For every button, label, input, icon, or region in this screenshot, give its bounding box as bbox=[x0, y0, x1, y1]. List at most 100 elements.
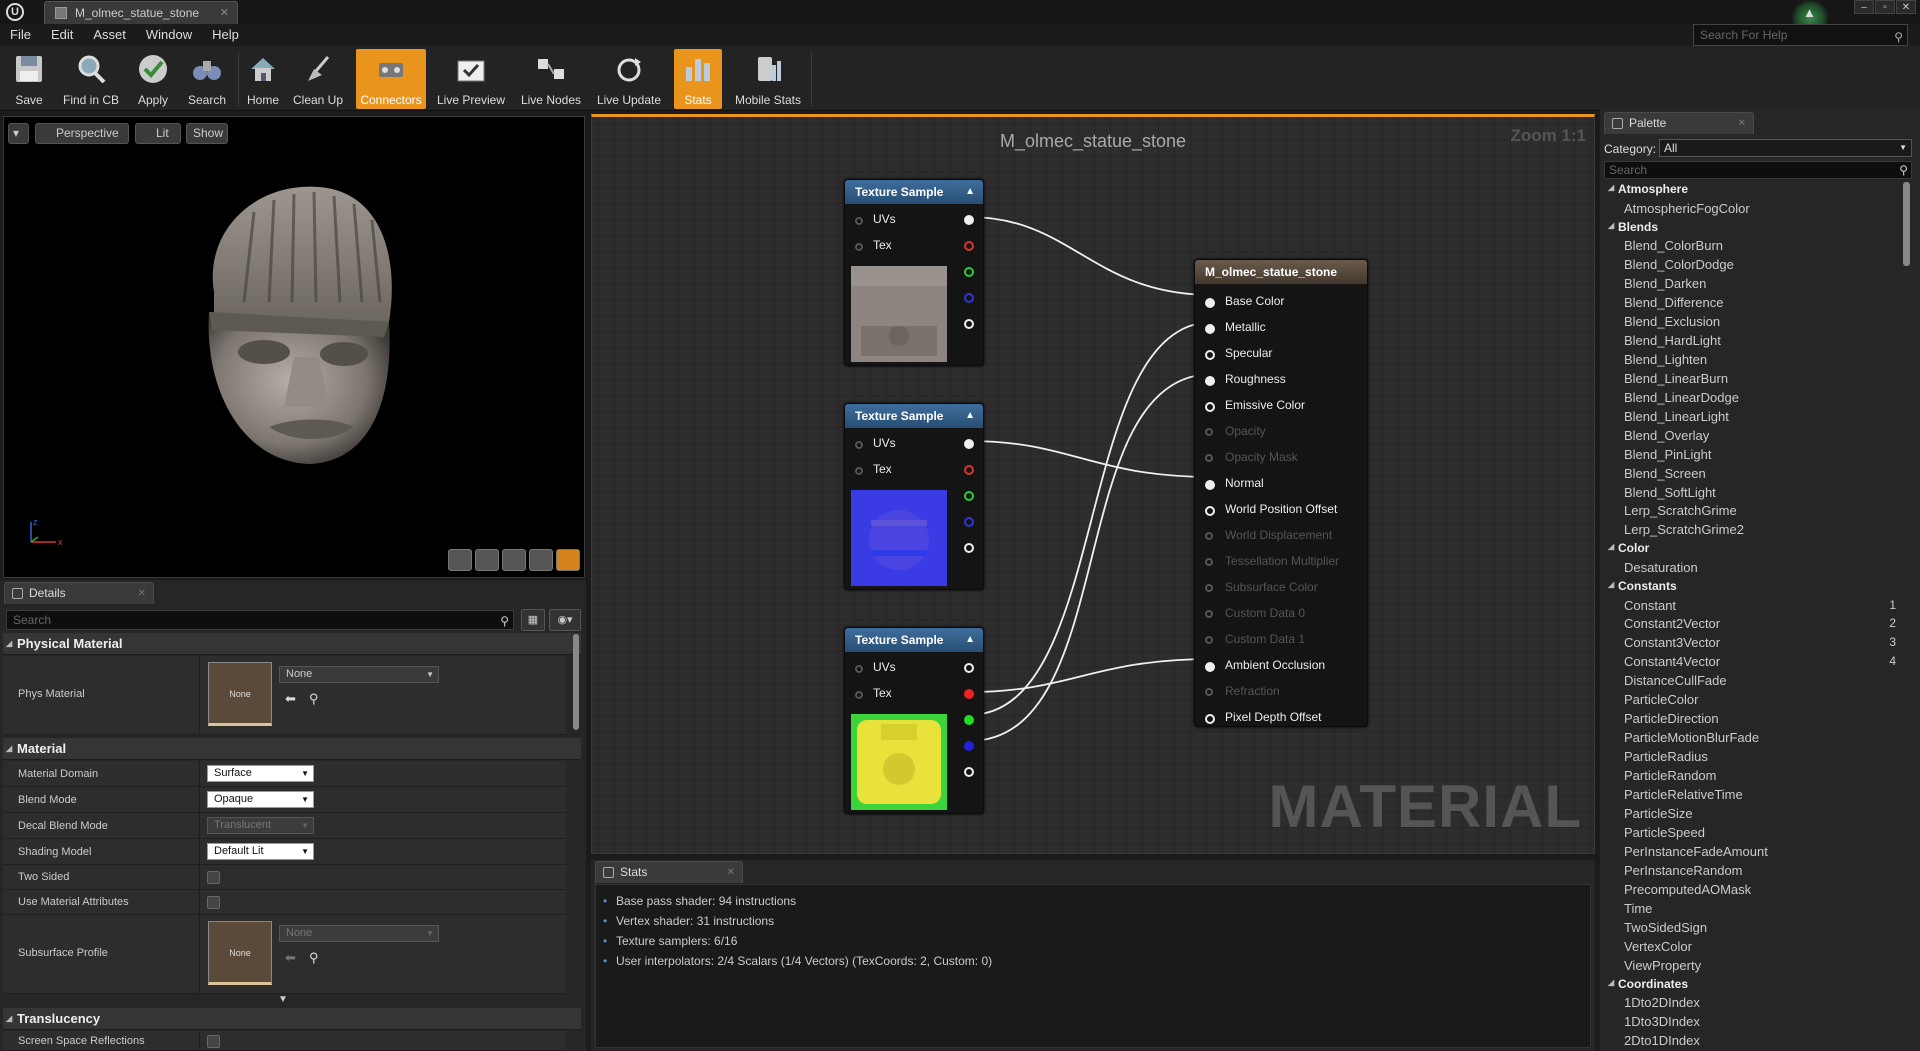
palette-item[interactable]: PerInstanceFadeAmount bbox=[1624, 844, 1768, 859]
rgb-output-pin[interactable] bbox=[964, 439, 974, 449]
palette-item[interactable]: Lerp_ScratchGrime2 bbox=[1624, 522, 1744, 537]
material-result-node[interactable]: M_olmec_statue_stone Base Color Metallic S… bbox=[1194, 259, 1368, 727]
tex-input-pin[interactable] bbox=[855, 467, 863, 475]
palette-item[interactable]: Constant4Vector bbox=[1624, 654, 1720, 669]
metallic-input-pin[interactable] bbox=[1205, 324, 1215, 334]
palette-tab[interactable]: Palette ✕ bbox=[1604, 112, 1754, 134]
palette-item[interactable]: ViewProperty bbox=[1624, 958, 1701, 973]
palette-item[interactable]: Constant3Vector bbox=[1624, 635, 1720, 650]
base-color-input-pin[interactable] bbox=[1205, 298, 1215, 308]
close-tab-icon[interactable]: ✕ bbox=[138, 583, 146, 604]
live-preview-button[interactable]: Live Preview bbox=[432, 49, 510, 109]
stats-tab[interactable]: Stats ✕ bbox=[595, 861, 743, 883]
material-graph[interactable]: M_olmec_statue_stone Zoom 1:1 MATERIAL T… bbox=[591, 114, 1595, 854]
palette-item[interactable]: Blend_Exclusion bbox=[1624, 314, 1720, 329]
palette-item[interactable]: Blend_Lighten bbox=[1624, 352, 1707, 367]
palette-scrollbar[interactable] bbox=[1903, 182, 1910, 266]
subsurface-profile-thumbnail[interactable]: None bbox=[208, 921, 272, 985]
palette-item[interactable]: Blend_ColorDodge bbox=[1624, 257, 1734, 272]
texture-sample-node-1[interactable]: Texture Sample ▲ UVs Tex bbox=[844, 179, 984, 366]
mobile-stats-button[interactable]: Mobile Stats bbox=[728, 49, 808, 109]
home-button[interactable]: Home bbox=[240, 49, 286, 109]
palette-item[interactable]: Constant bbox=[1624, 598, 1676, 613]
ambient-occlusion-input-pin[interactable] bbox=[1205, 662, 1215, 672]
menu-help[interactable]: Help bbox=[202, 24, 249, 46]
stats-button[interactable]: Stats bbox=[674, 49, 722, 109]
palette-item[interactable]: 1Dto2DIndex bbox=[1624, 995, 1700, 1010]
two-sided-checkbox[interactable] bbox=[207, 871, 220, 884]
collapse-icon[interactable]: ▲ bbox=[965, 628, 975, 652]
a-output-pin[interactable] bbox=[964, 319, 974, 329]
search-button[interactable]: Search bbox=[182, 49, 232, 109]
roughness-input-pin[interactable] bbox=[1205, 376, 1215, 386]
plane-mesh-icon[interactable] bbox=[502, 549, 526, 571]
close-tab-icon[interactable]: ✕ bbox=[1738, 113, 1746, 134]
world-position-offset-input-pin[interactable] bbox=[1205, 506, 1215, 516]
palette-group-color[interactable]: Color bbox=[1608, 541, 1649, 555]
palette-item[interactable]: VertexColor bbox=[1624, 939, 1692, 954]
palette-item[interactable]: Blend_HardLight bbox=[1624, 333, 1721, 348]
r-output-pin[interactable] bbox=[964, 465, 974, 475]
palette-item[interactable]: Time bbox=[1624, 901, 1652, 916]
palette-group-atmosphere[interactable]: Atmosphere bbox=[1608, 182, 1688, 196]
viewport-options-button[interactable]: ▾ bbox=[8, 123, 29, 144]
minimize-button[interactable]: – bbox=[1854, 0, 1874, 14]
palette-item[interactable]: Blend_Darken bbox=[1624, 276, 1706, 291]
palette-item[interactable]: ParticleColor bbox=[1624, 692, 1698, 707]
category-physical-material[interactable]: Physical Material bbox=[3, 633, 581, 655]
palette-item[interactable]: Desaturation bbox=[1624, 560, 1698, 575]
palette-item[interactable]: Blend_Difference bbox=[1624, 295, 1724, 310]
menu-edit[interactable]: Edit bbox=[41, 24, 83, 46]
g-output-pin[interactable] bbox=[964, 267, 974, 277]
b-output-pin[interactable] bbox=[964, 741, 974, 751]
palette-item[interactable]: Blend_LinearDodge bbox=[1624, 390, 1739, 405]
custom-mesh-icon[interactable] bbox=[556, 549, 580, 571]
preview-viewport[interactable]: ▾ Perspective Lit Show x z bbox=[3, 116, 585, 578]
b-output-pin[interactable] bbox=[964, 517, 974, 527]
palette-item[interactable]: 2Dto1DIndex bbox=[1624, 1033, 1700, 1048]
palette-item[interactable]: Lerp_ScratchGrime bbox=[1624, 503, 1737, 518]
palette-item[interactable]: ParticleMotionBlurFade bbox=[1624, 730, 1759, 745]
palette-item[interactable]: 1Dto3DIndex bbox=[1624, 1014, 1700, 1029]
palette-item[interactable]: ParticleRadius bbox=[1624, 749, 1708, 764]
palette-item[interactable]: TwoSidedSign bbox=[1624, 920, 1707, 935]
cube-mesh-icon[interactable] bbox=[529, 549, 553, 571]
details-search-input[interactable]: Search ⚲ bbox=[6, 610, 514, 630]
close-tab-icon[interactable]: ✕ bbox=[220, 2, 229, 24]
uvs-input-pin[interactable] bbox=[855, 217, 863, 225]
material-domain-dropdown[interactable]: Surface bbox=[207, 765, 314, 782]
category-dropdown[interactable]: All bbox=[1659, 139, 1912, 157]
palette-item[interactable]: Blend_SoftLight bbox=[1624, 485, 1716, 500]
texture-sample-node-2[interactable]: Texture Sample ▲ UVs Tex bbox=[844, 403, 984, 590]
palette-item[interactable]: Constant2Vector bbox=[1624, 616, 1720, 631]
phys-material-dropdown[interactable]: None bbox=[279, 666, 439, 683]
palette-item[interactable]: Blend_LinearLight bbox=[1624, 409, 1729, 424]
palette-item[interactable]: ParticleSize bbox=[1624, 806, 1693, 821]
details-scrollbar[interactable] bbox=[573, 634, 579, 730]
collapse-icon[interactable]: ▲ bbox=[965, 180, 975, 204]
palette-item[interactable]: Blend_Screen bbox=[1624, 466, 1706, 481]
close-tab-icon[interactable]: ✕ bbox=[727, 862, 735, 883]
palette-item[interactable]: Blend_LinearBurn bbox=[1624, 371, 1728, 386]
texture-sample-node-3[interactable]: Texture Sample ▲ UVs Tex bbox=[844, 627, 984, 814]
emissive-color-input-pin[interactable] bbox=[1205, 402, 1215, 412]
clean-up-button[interactable]: Clean Up bbox=[290, 49, 346, 109]
palette-group-coordinates[interactable]: Coordinates bbox=[1608, 977, 1688, 991]
palette-item[interactable]: ParticleSpeed bbox=[1624, 825, 1705, 840]
palette-group-blends[interactable]: Blends bbox=[1608, 220, 1658, 234]
tex-input-pin[interactable] bbox=[855, 243, 863, 251]
palette-item[interactable]: DistanceCullFade bbox=[1624, 673, 1727, 688]
palette-item[interactable]: Blend_ColorBurn bbox=[1624, 238, 1723, 253]
collapse-icon[interactable]: ▲ bbox=[965, 404, 975, 428]
document-tab[interactable]: M_olmec_statue_stone ✕ bbox=[44, 1, 238, 24]
search-help-input[interactable]: Search For Help ⚲ bbox=[1693, 24, 1908, 46]
show-button[interactable]: Show bbox=[186, 123, 228, 144]
palette-item[interactable]: PrecomputedAOMask bbox=[1624, 882, 1751, 897]
menu-asset[interactable]: Asset bbox=[83, 24, 136, 46]
specular-input-pin[interactable] bbox=[1205, 350, 1215, 360]
r-output-pin[interactable] bbox=[964, 241, 974, 251]
visibility-options-button[interactable]: ◉▾ bbox=[549, 609, 581, 631]
save-button[interactable]: Save bbox=[4, 49, 54, 109]
palette-item[interactable]: ParticleRandom bbox=[1624, 768, 1717, 783]
details-tab[interactable]: Details ✕ bbox=[4, 582, 154, 604]
